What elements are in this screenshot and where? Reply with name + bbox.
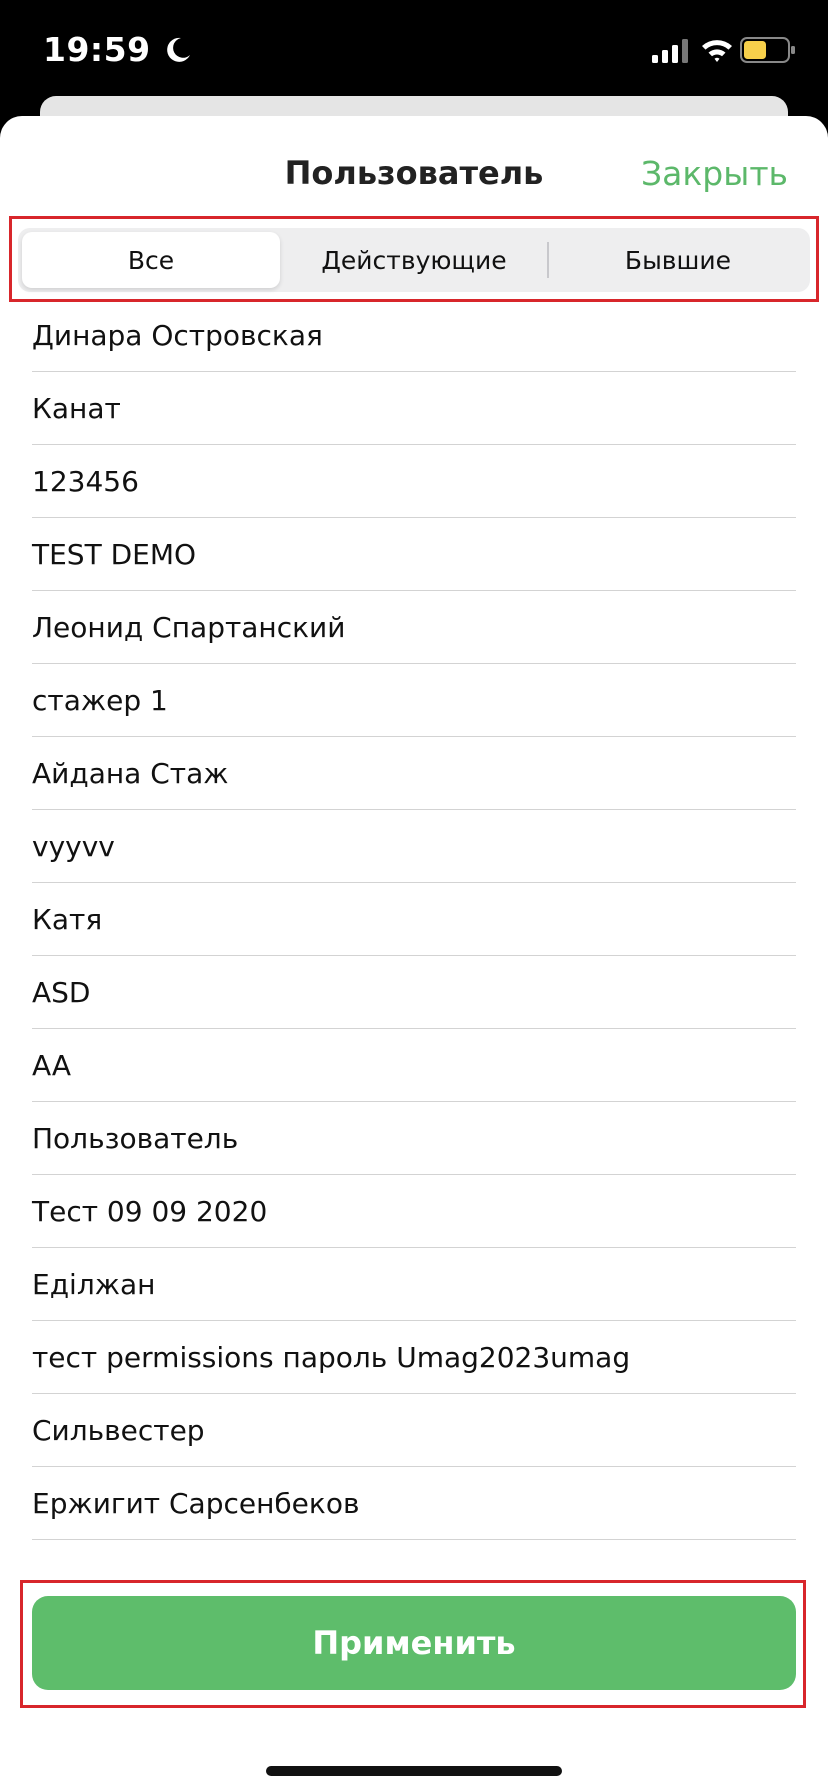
user-list-item[interactable]: ASD [32, 956, 796, 1029]
moon-icon [167, 37, 190, 62]
user-list-item[interactable]: Еділжан [32, 1248, 796, 1321]
user-list-item[interactable]: Динара Островская [32, 299, 796, 372]
filter-segment-control[interactable]: Все Действующие Бывшие [18, 228, 810, 292]
user-list-item[interactable]: тест permissions пароль Umag2023umag [32, 1321, 796, 1394]
apply-button[interactable]: Применить [32, 1596, 796, 1690]
user-list: Динара Островская Канат 123456 TEST DEMO… [32, 299, 796, 1540]
user-list-item[interactable]: TEST DEMO [32, 518, 796, 591]
user-list-item[interactable]: 123456 [32, 445, 796, 518]
home-indicator [266, 1766, 562, 1776]
user-list-item[interactable]: стажер 1 [32, 664, 796, 737]
status-bar: 19:59 [0, 0, 828, 100]
tab-former[interactable]: Бывшие [550, 232, 806, 288]
user-list-item[interactable]: Айдана Стаж [32, 737, 796, 810]
user-list-item[interactable]: Ержигит Сарсенбеков [32, 1467, 796, 1540]
user-list-item[interactable]: Катя [32, 883, 796, 956]
tab-all[interactable]: Все [22, 232, 280, 288]
signal-icon [652, 39, 688, 63]
status-time: 19:59 [43, 30, 151, 69]
user-list-item[interactable]: AA [32, 1029, 796, 1102]
close-button[interactable]: Закрыть [641, 154, 788, 193]
user-list-item[interactable]: Тест 09 09 2020 [32, 1175, 796, 1248]
user-list-item[interactable]: Канат [32, 372, 796, 445]
segment-divider [547, 242, 549, 278]
tab-active[interactable]: Действующие [284, 232, 544, 288]
user-list-item[interactable]: Леонид Спартанский [32, 591, 796, 664]
user-list-item[interactable]: Пользователь [32, 1102, 796, 1175]
user-list-item[interactable]: Сильвестер [32, 1394, 796, 1467]
wifi-icon [702, 40, 732, 62]
battery-icon [740, 37, 795, 63]
user-list-item[interactable]: vyyvv [32, 810, 796, 883]
